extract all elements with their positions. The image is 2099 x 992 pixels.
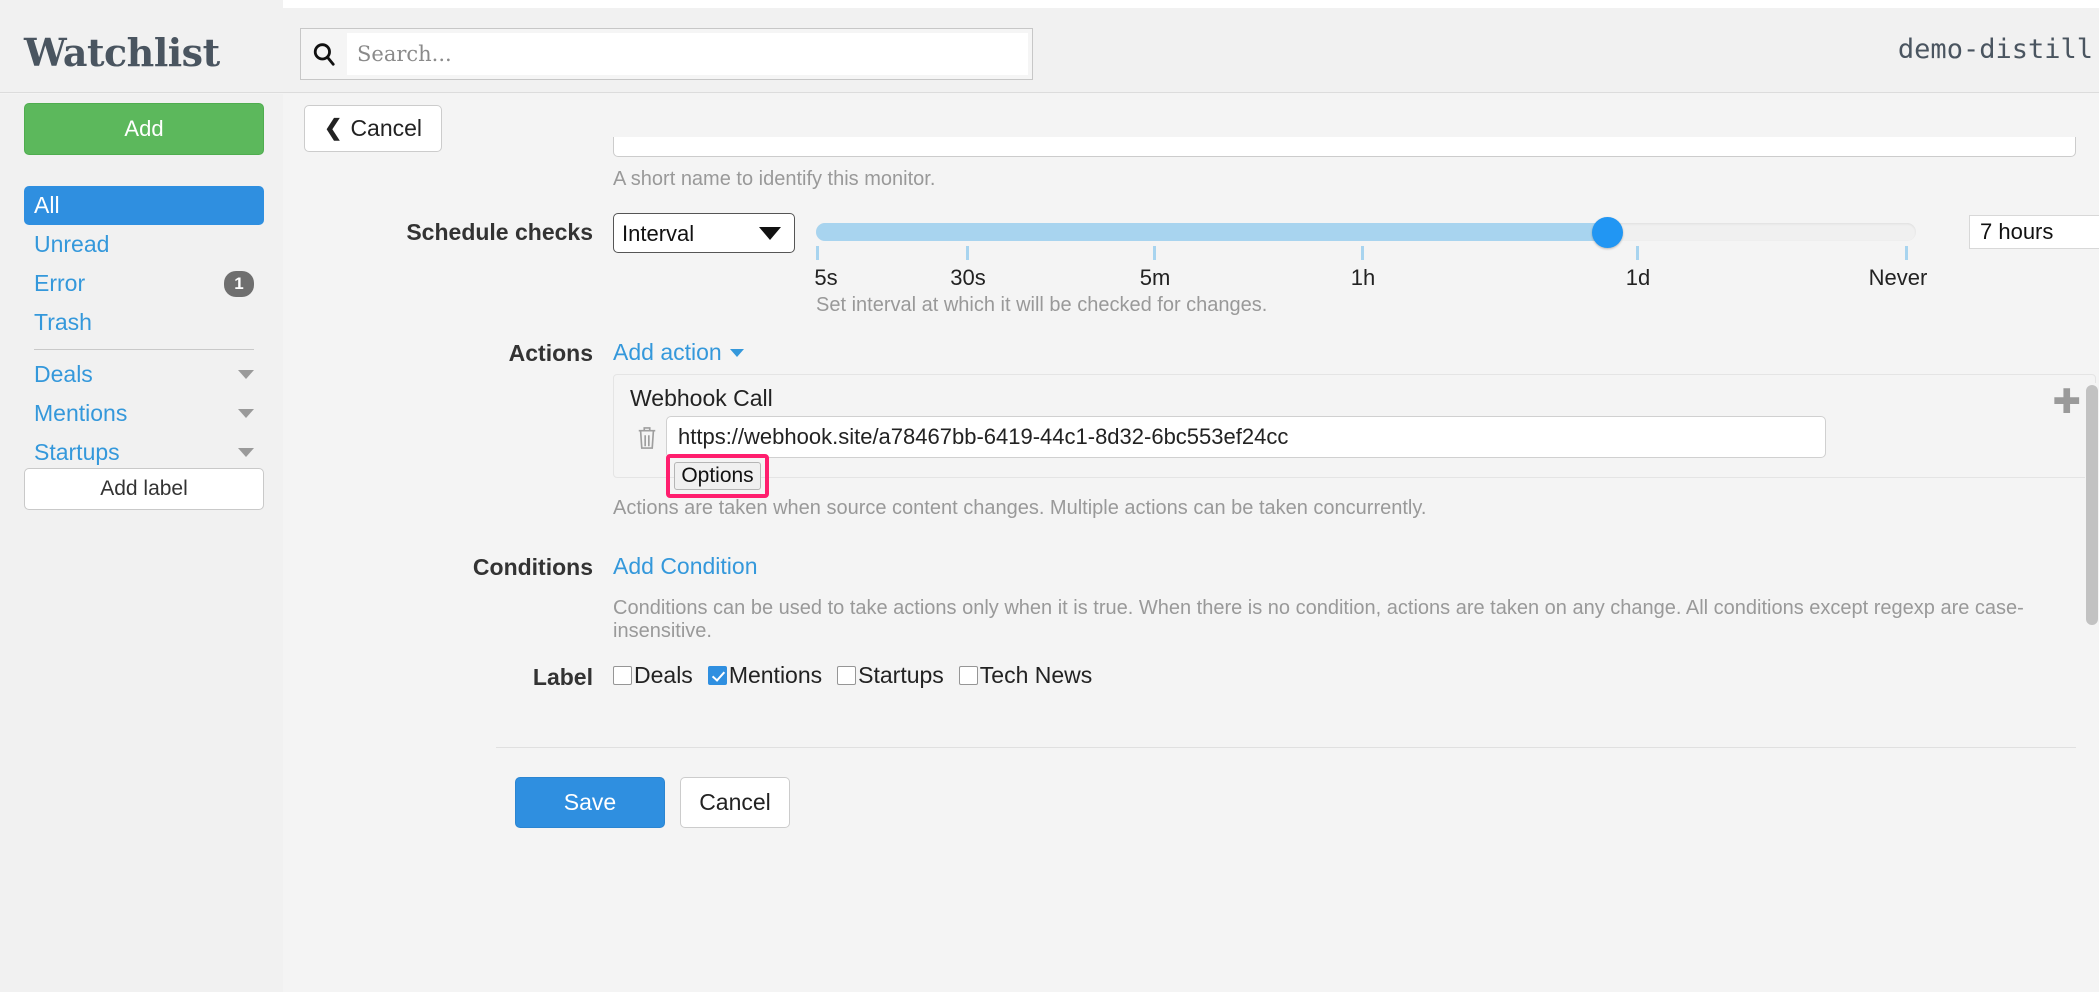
sidebar-item-label: Error: [34, 270, 86, 296]
schedule-checks-label: Schedule checks: [406, 219, 593, 245]
slider-tick-label: 5s: [814, 265, 838, 290]
slider-fill: [816, 223, 1608, 241]
error-count-badge: 1: [224, 270, 254, 297]
slider-tick-label: 1d: [1625, 265, 1651, 290]
label-checkbox-tech-news[interactable]: Tech News: [958, 662, 1093, 689]
slider-tick-label: 5m: [1139, 265, 1171, 290]
sidebar-item-mentions[interactable]: Mentions: [24, 394, 264, 433]
schedule-mode-select[interactable]: Interval: [613, 213, 795, 253]
webhook-url-input[interactable]: [666, 416, 1826, 458]
action-card-title: Webhook Call: [630, 385, 773, 411]
checkbox-icon[interactable]: [613, 666, 632, 685]
slider-tick-label: 1h: [1350, 265, 1376, 290]
top-strip-sidebar-pad: [0, 0, 283, 8]
chevron-down-icon[interactable]: [238, 370, 254, 379]
slider-tick: [1361, 246, 1364, 260]
checkbox-checked-icon[interactable]: [707, 666, 727, 685]
main-content: ❮ Cancel A short name to identify this m…: [283, 94, 2099, 992]
trash-icon[interactable]: [636, 425, 658, 451]
save-button[interactable]: Save: [515, 777, 665, 828]
sidebar-item-trash[interactable]: Trash: [24, 303, 264, 342]
sidebar-item-error[interactable]: Error 1: [24, 264, 264, 303]
account-name: demo-distill: [1897, 34, 2093, 65]
sidebar-item-label: Mentions: [34, 400, 128, 426]
chevron-left-icon: ❮: [324, 114, 343, 140]
add-action-button[interactable]: Add action: [613, 339, 744, 366]
checkbox-icon[interactable]: [837, 666, 857, 685]
actions-row: Actions Add action Webhook Call Options …: [283, 334, 2099, 524]
window-top-strip: [0, 0, 2099, 8]
sidebar-item-label: Unread: [34, 231, 110, 257]
schedule-checks-row: Schedule checks Interval 5s 30s 5m 1h 1d…: [283, 202, 2099, 332]
options-highlight: Options: [666, 454, 769, 498]
sidebar-item-unread[interactable]: Unread: [24, 225, 264, 264]
label-checkbox-text: Mentions: [728, 662, 823, 688]
cancel-button[interactable]: Cancel: [680, 777, 790, 828]
label-checkbox-text: Deals: [634, 662, 693, 688]
sidebar-item-label: Trash: [34, 309, 92, 335]
slider-tick-label: 30s: [950, 265, 986, 290]
vertical-scrollbar-thumb[interactable]: [2086, 385, 2098, 625]
footer-divider: [496, 747, 2076, 748]
add-label-button[interactable]: Add label: [24, 468, 264, 510]
add-button[interactable]: Add: [24, 103, 264, 155]
app-brand-title: Watchlist: [24, 30, 220, 75]
actions-label: Actions: [508, 340, 593, 366]
sidebar: Add All Unread Error 1 Trash Deals Menti…: [0, 94, 283, 992]
actions-help-text: Actions are taken when source content ch…: [613, 497, 1427, 519]
slider-handle[interactable]: [1592, 217, 1623, 248]
name-help-text: A short name to identify this monitor.: [613, 168, 936, 190]
label-checkbox-group: Deals Mentions Startups Tech News: [613, 662, 1092, 689]
action-card-webhook: Webhook Call Options ✚: [613, 374, 2096, 498]
slider-tick: [1636, 246, 1639, 260]
sidebar-nav: All Unread Error 1 Trash Deals Mentions …: [24, 186, 264, 511]
search-icon: [301, 29, 347, 79]
interval-value-input[interactable]: [1969, 215, 2099, 249]
sidebar-item-all[interactable]: All: [24, 186, 264, 225]
conditions-row: Conditions Add Condition Conditions can …: [283, 552, 2099, 642]
label-checkbox-startups[interactable]: Startups: [837, 662, 944, 689]
label-row: Label Deals Mentions Startups Tech News: [283, 642, 2099, 702]
label-checkbox-deals[interactable]: Deals: [613, 662, 693, 689]
label-checkbox-text: Startups: [858, 662, 944, 688]
slider-tick: [1153, 246, 1156, 260]
search-input[interactable]: [347, 33, 1028, 75]
options-button[interactable]: Options: [674, 462, 761, 490]
add-condition-button[interactable]: Add Condition: [613, 553, 758, 580]
slider-tick: [1905, 246, 1908, 260]
sidebar-item-label: Deals: [34, 361, 93, 387]
search-bar[interactable]: [300, 28, 1033, 80]
slider-tick: [966, 246, 969, 260]
caret-down-icon: [729, 348, 744, 357]
slider-tick: [816, 246, 819, 260]
cancel-top-label: Cancel: [350, 115, 423, 141]
checkbox-icon[interactable]: [958, 666, 978, 685]
sidebar-item-label: All: [34, 192, 60, 218]
label-checkbox-text: Tech News: [979, 662, 1093, 688]
sidebar-item-label: Startups: [34, 439, 120, 465]
sidebar-item-deals[interactable]: Deals: [24, 355, 264, 394]
conditions-help-text: Conditions can be used to take actions o…: [613, 597, 2024, 642]
name-input[interactable]: [613, 137, 2076, 157]
schedule-help-text: Set interval at which it will be checked…: [816, 294, 1268, 316]
label-field-label: Label: [532, 664, 593, 690]
app-header: Watchlist demo-distill: [0, 8, 2099, 93]
conditions-label: Conditions: [472, 554, 593, 580]
label-checkbox-mentions[interactable]: Mentions: [707, 662, 823, 689]
slider-tick-label: Never: [1868, 265, 1928, 290]
chevron-down-icon[interactable]: [238, 448, 254, 457]
chevron-down-icon[interactable]: [238, 409, 254, 418]
add-action-label: Add action: [613, 339, 722, 365]
sidebar-item-startups[interactable]: Startups: [24, 433, 264, 472]
sidebar-divider: [34, 349, 254, 350]
cancel-top-button[interactable]: ❮ Cancel: [304, 105, 443, 152]
plus-icon[interactable]: ✚: [2053, 385, 2082, 419]
